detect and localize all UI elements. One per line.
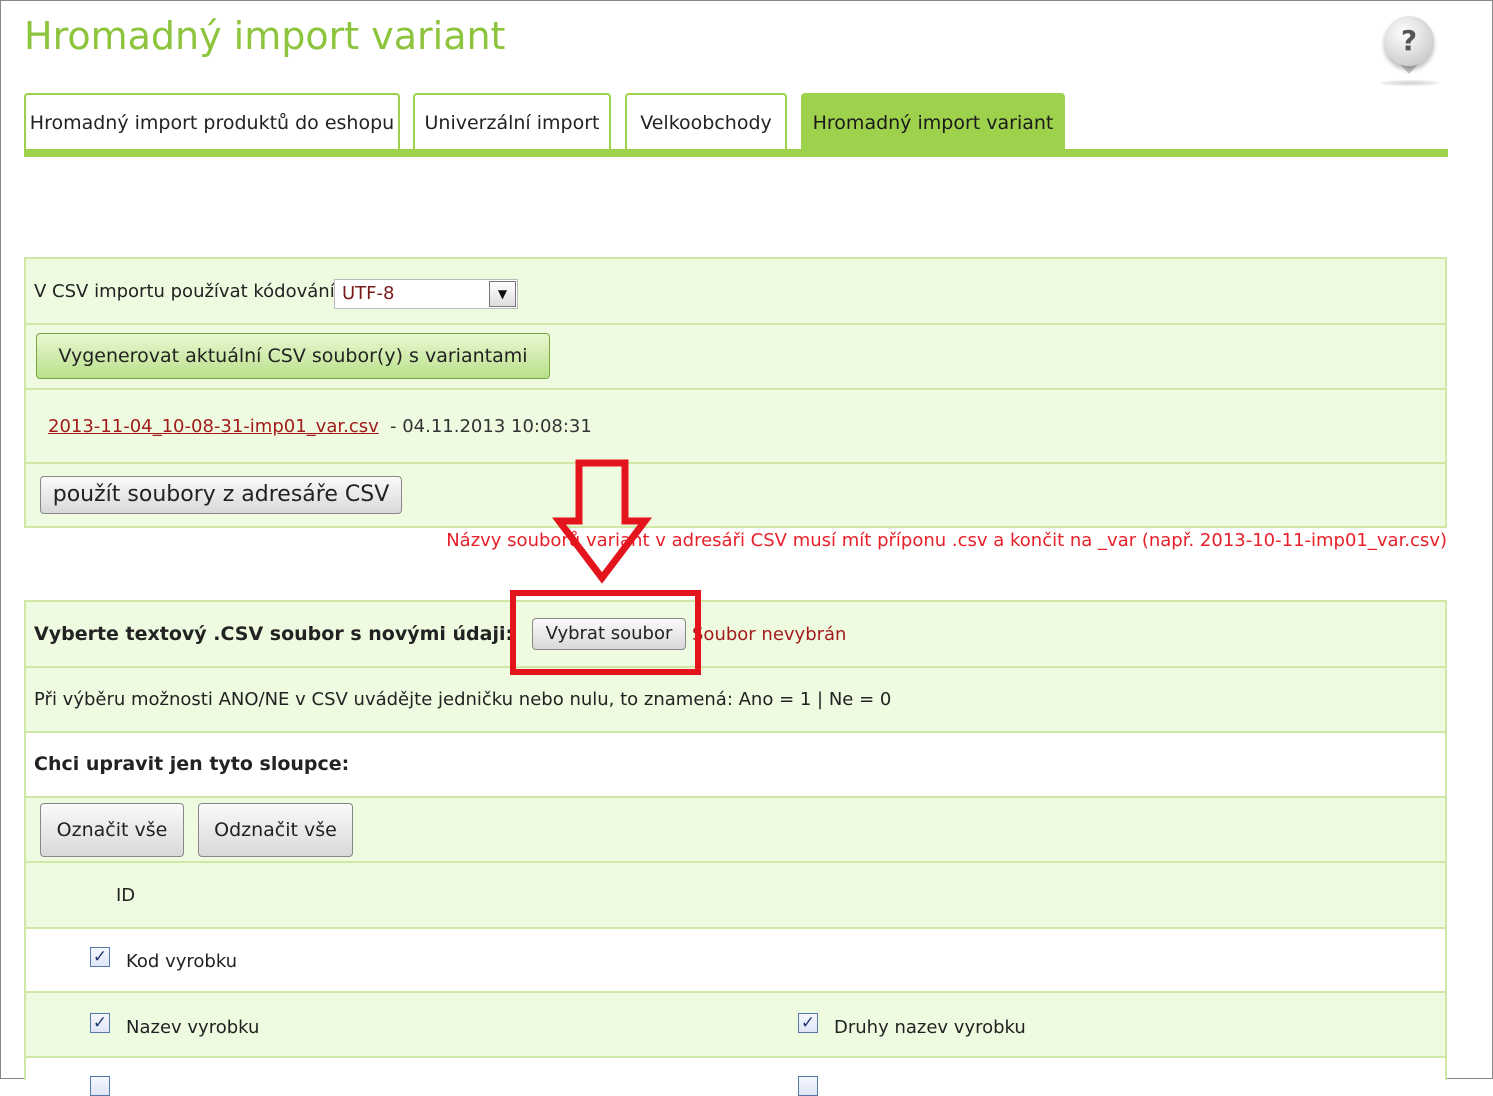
checkbox-next-left[interactable] bbox=[90, 1076, 110, 1096]
annotation-overlay bbox=[510, 459, 701, 675]
checkbox-next-right[interactable] bbox=[798, 1076, 818, 1096]
annotation-arrow bbox=[551, 459, 653, 584]
annotation-highlight-box bbox=[510, 590, 701, 675]
